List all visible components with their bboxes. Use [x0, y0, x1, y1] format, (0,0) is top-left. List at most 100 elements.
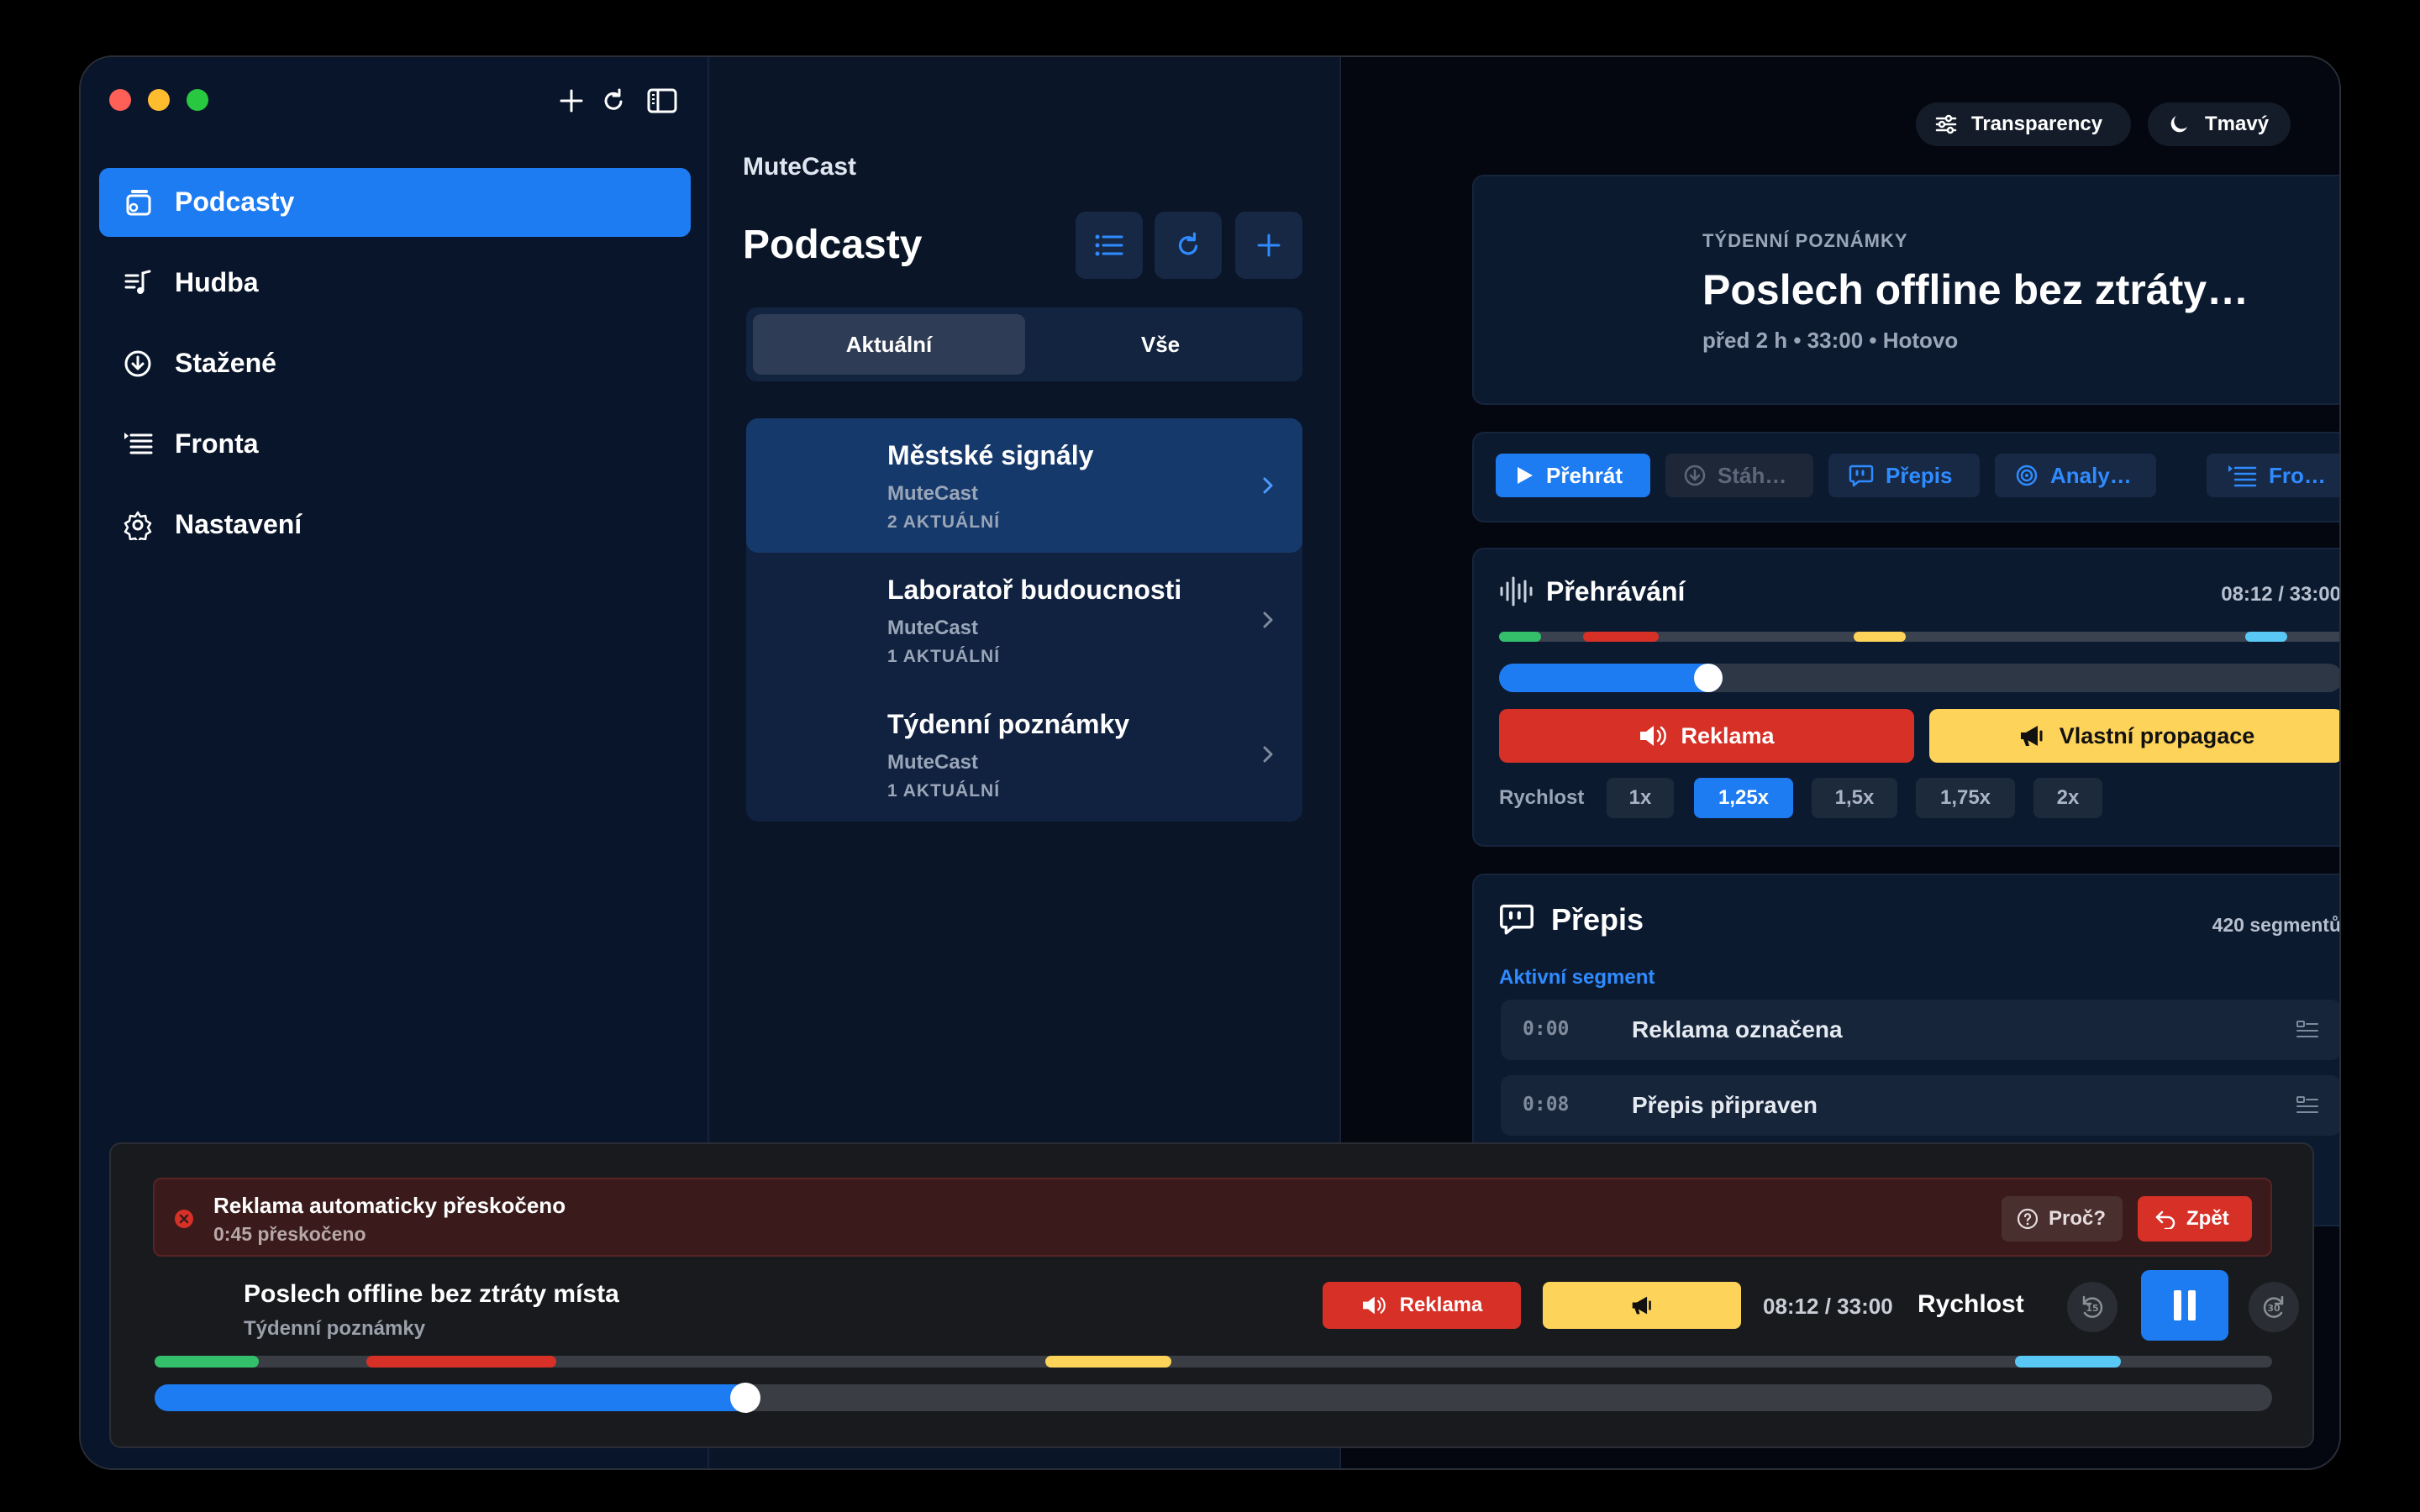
segment-text: Reklama označena [1632, 1016, 1843, 1042]
transparency-button[interactable]: Transparency [1916, 102, 2131, 146]
play-button[interactable]: Přehrát [1496, 454, 1650, 497]
mini-player-bar: Reklama automaticky přeskočeno 0:45 přes… [109, 1142, 2314, 1448]
sidebar-toggle-icon[interactable] [644, 82, 681, 119]
download-circle-icon [124, 350, 151, 377]
theme-button[interactable]: Tmavý [2148, 102, 2291, 146]
list-item[interactable]: Týdenní poznámky MuteCast 1 AKTUÁLNÍ [746, 687, 1302, 822]
question-circle-icon [2017, 1208, 2039, 1230]
banner-subtitle: 0:45 přeskočeno [213, 1223, 366, 1245]
promo-marker [1045, 1356, 1171, 1368]
sidebar-item-fronta[interactable]: Fronta [99, 410, 691, 479]
speed-option-2x[interactable]: 2x [2033, 778, 2102, 818]
transcript-segment-row[interactable]: 0:08 Přepis připraven [1501, 1075, 2339, 1136]
sidebar-item-hudba[interactable]: Hudba [99, 249, 691, 318]
queue-list-icon [124, 433, 153, 454]
megaphone-icon [1632, 1296, 1651, 1315]
progress-fill [1499, 664, 1723, 692]
progress-knob[interactable] [1694, 664, 1723, 692]
podcast-title: Laboratoř budoucnosti [887, 575, 1182, 605]
transcript-segment-row[interactable]: 0:00 Reklama označena [1501, 1000, 2339, 1060]
chevron-right-icon [1263, 612, 1273, 628]
text-lines-icon[interactable] [2296, 1095, 2319, 1116]
list-view-button[interactable] [1076, 212, 1143, 279]
mark-promo-button[interactable]: Vlastní propagace [1929, 709, 2339, 763]
analyze-label: Analy… [2050, 462, 2132, 488]
segment-time: 0:00 [1523, 1018, 1570, 1040]
progress-knob[interactable] [730, 1383, 760, 1413]
sidebar-item-label: Podcasty [175, 186, 295, 217]
ad-marker [366, 1356, 556, 1368]
sidebar-item-nastaveni[interactable]: Nastavení [99, 491, 691, 559]
mark-ad-button[interactable]: Reklama [1499, 709, 1914, 763]
podcast-stack-icon [126, 190, 151, 216]
episode-header-card: TÝDENNÍ POZNÁMKY Poslech offline bez ztr… [1472, 175, 2339, 405]
speed-option-1-75x[interactable]: 1,75x [1916, 778, 2015, 818]
undo-button[interactable]: Zpět [2138, 1196, 2252, 1242]
queue-button[interactable]: Fro… [2207, 454, 2339, 497]
zoom-window-button[interactable] [187, 89, 208, 111]
active-segment-label: Aktivní segment [1499, 966, 1655, 989]
segment-all[interactable]: Vše [1025, 314, 1296, 375]
skip-back-15-icon: 15 [2082, 1295, 2103, 1318]
episode-title: Poslech offline bez ztráty… [1702, 266, 2249, 313]
play-label: Přehrát [1546, 462, 1623, 488]
speed-button[interactable]: Rychlost [1918, 1290, 2024, 1319]
mark-promo-button[interactable] [1543, 1282, 1741, 1329]
pause-button[interactable] [2141, 1270, 2228, 1341]
page-title: Podcasty [743, 223, 923, 267]
quote-bubble-icon [1500, 904, 1534, 935]
pause-icon [2174, 1290, 2196, 1320]
playback-progress-slider[interactable] [1499, 664, 2339, 692]
speed-option-1x[interactable]: 1x [1607, 778, 1674, 818]
svg-text:30: 30 [2267, 1303, 2281, 1314]
skip-back-15-button[interactable]: 15 [2067, 1282, 2118, 1332]
text-lines-icon[interactable] [2296, 1020, 2319, 1040]
mark-ad-button[interactable]: Reklama [1323, 1282, 1521, 1329]
playback-title: Přehrávání [1546, 576, 1686, 606]
undo-arrow-icon [2155, 1210, 2175, 1229]
banner-title: Reklama automaticky přeskočeno [213, 1193, 566, 1218]
download-button[interactable]: Stáh… [1665, 454, 1813, 497]
speed-option-1-5x[interactable]: 1,5x [1812, 778, 1897, 818]
podcast-author: MuteCast [887, 751, 979, 774]
why-button[interactable]: Proč? [2002, 1196, 2123, 1242]
megaphone-icon [2020, 726, 2043, 746]
episode-actions-card: Přehrát Stáh… Přepis Analy… Fro… [1472, 432, 2339, 522]
refresh-icon[interactable] [595, 82, 632, 119]
download-circle-icon [1684, 465, 1706, 486]
list-item[interactable]: Městské signály MuteCast 2 AKTUÁLNÍ [746, 418, 1302, 553]
download-label: Stáh… [1718, 462, 1787, 488]
skip-forward-30-icon: 30 [2263, 1295, 2284, 1318]
skip-forward-30-button[interactable]: 30 [2249, 1282, 2299, 1332]
playback-card: Přehrávání 08:12 / 33:00 Reklama Vlastní… [1472, 548, 2339, 847]
player-progress-slider[interactable] [155, 1383, 2272, 1413]
app-window: Podcasty Hudba Stažené Fronta Nastavení … [79, 55, 2341, 1470]
segment-current[interactable]: Aktuální [753, 314, 1025, 375]
close-window-button[interactable] [109, 89, 131, 111]
plus-icon [1257, 234, 1281, 257]
svg-text:15: 15 [2086, 1303, 2098, 1314]
sidebar-item-stazene[interactable]: Stažené [99, 329, 691, 398]
transcript-title: Přepis [1551, 902, 1644, 937]
sidebar-item-podcasty[interactable]: Podcasty [99, 168, 691, 237]
transcript-button[interactable]: Přepis [1828, 454, 1980, 497]
podcast-count: 1 AKTUÁLNÍ [887, 781, 1001, 801]
list-item[interactable]: Laboratoř budoucnosti MuteCast 1 AKTUÁLN… [746, 553, 1302, 687]
analyze-button[interactable]: Analy… [1995, 454, 2156, 497]
list-icon [1095, 234, 1123, 256]
refresh-button[interactable] [1155, 212, 1222, 279]
minimize-window-button[interactable] [148, 89, 170, 111]
podcast-author: MuteCast [887, 482, 979, 505]
podcast-list: Městské signály MuteCast 2 AKTUÁLNÍ Labo… [746, 418, 1302, 822]
speed-option-1-25x[interactable]: 1,25x [1694, 778, 1793, 818]
ad-marker [1583, 632, 1659, 642]
ad-skipped-banner: Reklama automaticky přeskočeno 0:45 přes… [153, 1178, 2272, 1257]
plus-icon[interactable] [553, 82, 590, 119]
podcast-count: 1 AKTUÁLNÍ [887, 647, 1001, 666]
target-icon [2016, 465, 2038, 486]
mark-ad-label: Reklama [1681, 722, 1775, 748]
queue-label: Fro… [2269, 462, 2326, 488]
refresh-icon [1178, 232, 1198, 255]
add-podcast-button[interactable] [1235, 212, 1302, 279]
podcast-title: Týdenní poznámky [887, 709, 1130, 739]
